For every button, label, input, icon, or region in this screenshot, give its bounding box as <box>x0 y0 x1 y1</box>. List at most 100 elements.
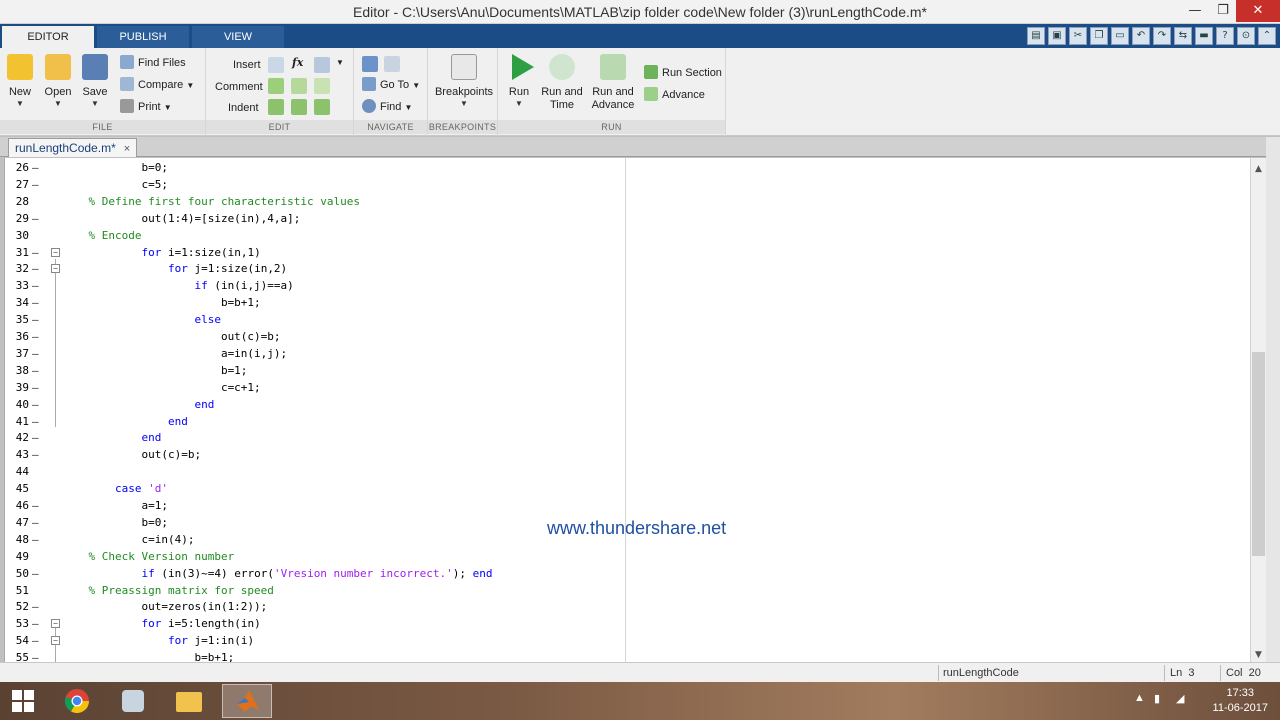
undo-icon[interactable]: ↶ <box>1132 27 1150 45</box>
line-number[interactable]: 50 <box>5 565 29 582</box>
scrollbar-thumb[interactable] <box>1252 352 1265 556</box>
run-section-button[interactable]: Run Section <box>644 64 722 82</box>
breakpoint-marker[interactable]: — <box>32 294 39 311</box>
breakpoint-marker[interactable]: — <box>32 649 39 662</box>
find-button[interactable]: Find ▼ <box>362 98 412 116</box>
line-number[interactable]: 43 <box>5 446 29 463</box>
breakpoint-marker[interactable]: — <box>32 176 39 193</box>
help-icon[interactable]: ? <box>1216 27 1234 45</box>
line-number[interactable]: 35 <box>5 311 29 328</box>
breakpoint-marker[interactable]: — <box>32 277 39 294</box>
close-button[interactable]: ✕ <box>1236 0 1280 22</box>
breakpoint-marker[interactable]: — <box>32 429 39 446</box>
paste-icon[interactable]: ▭ <box>1111 27 1129 45</box>
save-icon[interactable]: ▣ <box>1048 27 1066 45</box>
indent-label[interactable]: Indent <box>228 99 259 117</box>
code-line[interactable]: 46— a=1; <box>5 497 1250 514</box>
breakpoint-marker[interactable]: — <box>32 565 39 582</box>
tray-expand-icon[interactable]: ▲ <box>1134 692 1145 704</box>
code-line[interactable]: 48— c=in(4); <box>5 531 1250 548</box>
minimize-toolstrip-icon[interactable]: ▬ <box>1195 27 1213 45</box>
find-files-button[interactable]: Find Files <box>120 54 186 72</box>
code-line[interactable]: 49 % Check Version number <box>5 548 1250 565</box>
line-number[interactable]: 30 <box>5 227 29 244</box>
line-number[interactable]: 27 <box>5 176 29 193</box>
fold-toggle-icon[interactable]: − <box>51 636 60 646</box>
code-line[interactable]: 30 % Encode <box>5 227 1250 244</box>
line-number[interactable]: 40 <box>5 396 29 413</box>
uncomment-icon[interactable] <box>291 78 307 94</box>
compare-button[interactable]: Compare ▼ <box>120 76 194 94</box>
code-line[interactable]: 53— − for i=5:length(in) <box>5 615 1250 632</box>
line-number[interactable]: 34 <box>5 294 29 311</box>
line-number[interactable]: 38 <box>5 362 29 379</box>
run-and-advance-button[interactable]: Run and Advance <box>590 54 636 112</box>
start-button[interactable] <box>0 684 48 718</box>
breakpoint-marker[interactable]: — <box>32 210 39 227</box>
back-arrow-icon[interactable] <box>362 56 378 72</box>
tab-publish[interactable]: PUBLISH <box>97 26 189 48</box>
layout-icon[interactable]: ▤ <box>1027 27 1045 45</box>
copy-icon[interactable]: ❐ <box>1090 27 1108 45</box>
code-line[interactable]: 37— a=in(i,j); <box>5 345 1250 362</box>
code-line[interactable]: 43— out(c)=b; <box>5 446 1250 463</box>
breakpoint-marker[interactable]: — <box>32 446 39 463</box>
advance-button[interactable]: Advance <box>644 86 705 104</box>
code-line[interactable]: 54— − for j=1:in(i) <box>5 632 1250 649</box>
breakpoints-button[interactable]: Breakpoints ▼ <box>434 54 494 108</box>
collapse-icon[interactable]: ⌃ <box>1258 27 1276 45</box>
breakpoint-marker[interactable]: — <box>32 244 39 261</box>
breakpoint-marker[interactable]: — <box>32 345 39 362</box>
code-line[interactable]: 26— b=0; <box>5 159 1250 176</box>
code-line[interactable]: 51 % Preassign matrix for speed <box>5 582 1250 599</box>
line-number[interactable]: 26 <box>5 159 29 176</box>
line-number[interactable]: 39 <box>5 379 29 396</box>
increase-indent-icon[interactable] <box>291 99 307 115</box>
goto-button[interactable]: Go To ▼ <box>362 76 420 94</box>
code-line[interactable]: 42— end <box>5 429 1250 446</box>
tab-editor[interactable]: EDITOR <box>2 26 94 48</box>
line-number[interactable]: 47 <box>5 514 29 531</box>
code-line[interactable]: 36— out(c)=b; <box>5 328 1250 345</box>
cut-icon[interactable]: ✂ <box>1069 27 1087 45</box>
code-line[interactable]: 41— end <box>5 413 1250 430</box>
breakpoint-marker[interactable]: — <box>32 413 39 430</box>
line-number[interactable]: 52 <box>5 598 29 615</box>
run-button[interactable]: Run ▼ <box>506 54 534 108</box>
vertical-scrollbar[interactable]: ▲ ▼ <box>1250 158 1266 662</box>
fold-toggle-icon[interactable]: − <box>51 247 60 257</box>
insert-section-icon[interactable] <box>268 57 284 73</box>
line-number[interactable]: 32 <box>5 260 29 277</box>
code-line[interactable]: 50— if (in(3)~=4) error('Vresion number … <box>5 565 1250 582</box>
restore-button[interactable]: ❐ <box>1208 0 1238 22</box>
code-line[interactable]: 28 % Define first four characteristic va… <box>5 193 1250 210</box>
code-line[interactable]: 34— b=b+1; <box>5 294 1250 311</box>
line-number[interactable]: 31 <box>5 244 29 261</box>
code-line[interactable]: 38— b=1; <box>5 362 1250 379</box>
decrease-indent-icon[interactable] <box>314 99 330 115</box>
print-button[interactable]: Print ▼ <box>120 98 172 116</box>
breakpoint-marker[interactable]: — <box>32 531 39 548</box>
breakpoint-marker[interactable]: — <box>32 260 39 277</box>
code-line[interactable]: 40— end <box>5 396 1250 413</box>
line-number[interactable]: 55 <box>5 649 29 662</box>
options-icon[interactable]: ⊙ <box>1237 27 1255 45</box>
switch-windows-icon[interactable]: ⇆ <box>1174 27 1192 45</box>
breakpoint-marker[interactable]: — <box>32 632 39 649</box>
taskbar-matlab[interactable] <box>222 684 272 718</box>
fx-icon[interactable]: fx <box>292 54 303 72</box>
code-line[interactable]: 45 case 'd' <box>5 480 1250 497</box>
breakpoint-marker[interactable]: — <box>32 379 39 396</box>
line-number[interactable]: 49 <box>5 548 29 565</box>
open-button[interactable]: Open ▼ <box>42 54 74 108</box>
scroll-up-icon[interactable]: ▲ <box>1251 162 1266 176</box>
line-number[interactable]: 29 <box>5 210 29 227</box>
line-number[interactable]: 48 <box>5 531 29 548</box>
comment-label[interactable]: Comment <box>215 78 263 96</box>
code-line[interactable]: 35— else <box>5 311 1250 328</box>
line-number[interactable]: 53 <box>5 615 29 632</box>
line-number[interactable]: 28 <box>5 193 29 210</box>
line-number[interactable]: 33 <box>5 277 29 294</box>
line-number[interactable]: 37 <box>5 345 29 362</box>
fold-toggle-icon[interactable]: − <box>51 619 60 629</box>
